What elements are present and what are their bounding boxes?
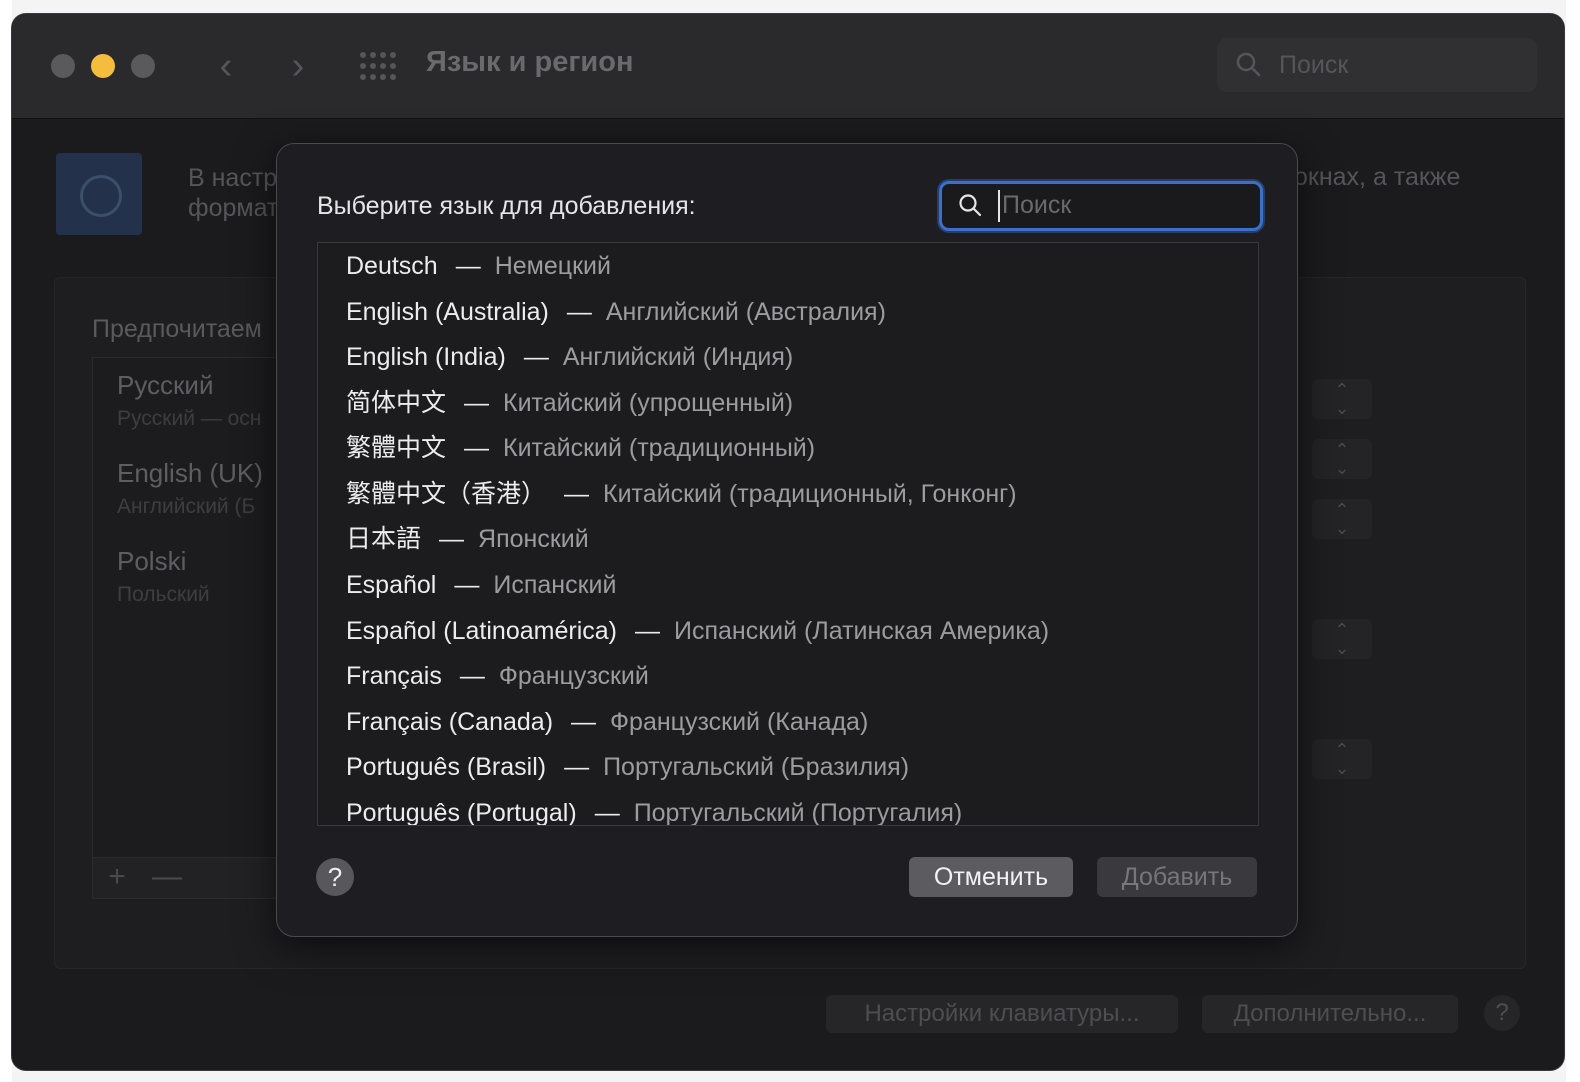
add-language-sheet: Выберите язык для добавления: Поиск Deut… xyxy=(276,143,1298,937)
remove-language-button[interactable]: — xyxy=(143,860,191,896)
popup-stepper-icon[interactable]: ⌃ ⌄ xyxy=(1312,499,1372,539)
list-item[interactable]: English (UK) Английский (Б xyxy=(117,458,263,519)
background-window-edge-right xyxy=(1566,0,1580,1082)
close-window-button[interactable] xyxy=(51,54,75,78)
forward-chevron-icon[interactable]: › xyxy=(278,44,318,88)
help-button[interactable]: ? xyxy=(316,858,354,896)
list-item[interactable]: 简体中文 — Китайский (упрощенный) xyxy=(346,383,793,423)
list-item[interactable]: English (India) — Английский (Индия) xyxy=(346,337,793,377)
flag-globe-icon xyxy=(56,153,142,235)
list-item[interactable]: Polski Польский xyxy=(117,546,210,607)
list-item[interactable]: Français — Французский xyxy=(346,656,649,696)
list-item[interactable]: English (Australia) — Английский (Австрали… xyxy=(346,292,886,332)
sheet-prompt-label: Выберите язык для добавления: xyxy=(317,192,696,220)
intro-text: В настр формат xyxy=(188,164,279,222)
list-item[interactable]: Deutsch — Немецкий xyxy=(346,246,611,286)
list-item[interactable]: Русский Русский — осн xyxy=(117,370,261,431)
language-list[interactable]: Deutsch — Немецкий English (Australia) — Анг… xyxy=(317,242,1259,826)
background-window-edge-left xyxy=(0,0,12,1082)
list-item[interactable]: Español — Испанский xyxy=(346,565,616,605)
list-item[interactable]: Français (Canada) — Французский (Канада) xyxy=(346,702,868,742)
title-bar: ‹ › Язык и регион Поиск xyxy=(12,14,1564,119)
preferred-languages-title: Предпочитаем xyxy=(92,315,262,343)
popup-stepper-icon[interactable]: ⌃ ⌄ xyxy=(1312,619,1372,659)
list-item[interactable]: Português (Portugal) — Португальский (Порт… xyxy=(346,793,962,825)
add-language-button[interactable]: + xyxy=(93,860,141,896)
search-icon xyxy=(1236,52,1261,77)
back-chevron-icon[interactable]: ‹ xyxy=(206,44,246,88)
list-item[interactable]: 日本語 — Японский xyxy=(346,519,589,559)
list-item[interactable]: 繁體中文 — Китайский (традиционный) xyxy=(346,428,815,468)
popup-stepper-icon[interactable]: ⌃ ⌄ xyxy=(1312,379,1372,419)
help-button-background[interactable]: ? xyxy=(1484,995,1520,1031)
keyboard-settings-button[interactable]: Настройки клавиатуры... xyxy=(826,995,1178,1033)
window-search-field[interactable]: Поиск xyxy=(1217,38,1537,92)
add-button[interactable]: Добавить xyxy=(1097,857,1257,897)
text-caret xyxy=(998,190,1000,222)
window-search-placeholder: Поиск xyxy=(1279,51,1349,79)
minimize-window-button[interactable] xyxy=(91,54,115,78)
popup-stepper-icon[interactable]: ⌃ ⌄ xyxy=(1312,439,1372,479)
show-all-grid-icon[interactable] xyxy=(360,52,396,80)
sheet-search-input[interactable]: Поиск xyxy=(939,181,1263,231)
zoom-window-button[interactable] xyxy=(131,54,155,78)
search-icon xyxy=(959,194,982,217)
list-item[interactable]: 繁體中文（香港） — Китайский (традиционный, Гонкон… xyxy=(346,474,1017,514)
intro-text-right: окнах, а также xyxy=(1294,163,1461,191)
window-title: Язык и регион xyxy=(426,46,634,78)
cancel-button[interactable]: Отменить xyxy=(909,857,1073,897)
sheet-search-placeholder: Поиск xyxy=(1002,191,1072,219)
list-item[interactable]: Português (Brasil) — Португальский (Бразил… xyxy=(346,747,909,787)
popup-stepper-icon[interactable]: ⌃ ⌄ xyxy=(1312,739,1372,779)
list-item[interactable]: Español (Latinoamérica) — Испанский (Латин… xyxy=(346,611,1049,651)
advanced-button[interactable]: Дополнительно... xyxy=(1202,995,1458,1033)
